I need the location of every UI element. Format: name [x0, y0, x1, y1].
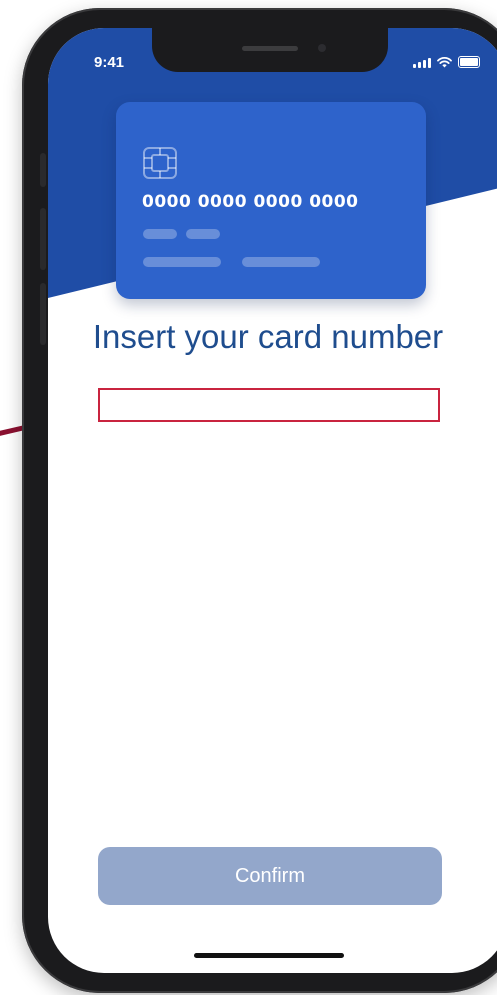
credit-card-illustration: 0000 0000 0000 0000: [116, 102, 426, 299]
app-stage: 9:41 0000 0000 0000 0000 Insert your car…: [0, 0, 497, 995]
home-indicator[interactable]: [194, 953, 344, 958]
card-number-placeholder: 0000 0000 0000 0000: [142, 192, 359, 212]
battery-icon: [458, 56, 480, 68]
mute-switch: [40, 153, 46, 187]
page-title: Insert your card number: [92, 318, 444, 355]
status-icons: [413, 56, 480, 68]
speaker-grille: [242, 46, 298, 51]
confirm-button[interactable]: Confirm: [98, 847, 442, 905]
notch: [152, 28, 388, 72]
camera-icon: [318, 44, 326, 52]
status-time: 9:41: [94, 54, 125, 71]
volume-up-button: [40, 208, 46, 270]
card-detail-bar: [186, 229, 220, 239]
card-detail-bar: [143, 229, 177, 239]
chip-icon: [143, 147, 177, 179]
card-number-input[interactable]: [98, 388, 440, 422]
wifi-icon: [437, 57, 452, 68]
volume-down-button: [40, 283, 46, 345]
card-detail-bar: [242, 257, 320, 267]
signal-icon: [413, 58, 431, 68]
card-detail-bar: [143, 257, 221, 267]
phone-screen: 9:41 0000 0000 0000 0000 Insert your car…: [48, 28, 497, 973]
